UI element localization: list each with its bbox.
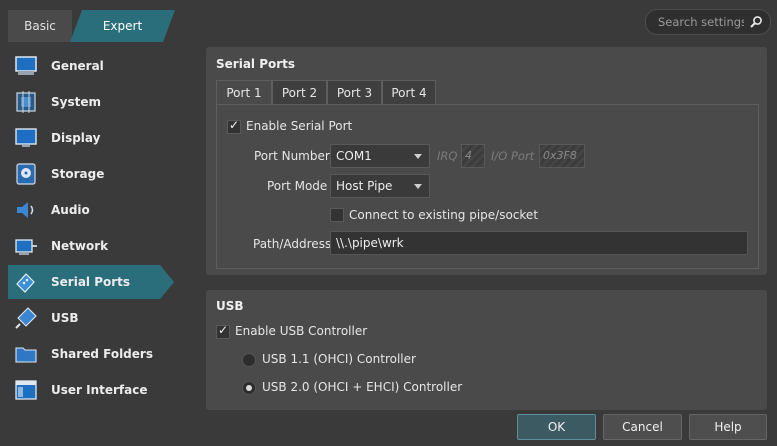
enable-usb-checkbox[interactable]: ✓: [216, 323, 230, 339]
user-interface-icon: [15, 380, 37, 400]
general-icon: [15, 56, 37, 75]
io-port-value: 0x3F8: [543, 149, 577, 162]
enable-serial-port-label: Enable Serial Port: [246, 119, 353, 133]
sidebar-item-system[interactable]: System: [8, 85, 174, 119]
checkmark-icon: ✓: [218, 323, 229, 337]
port-number-label: Port Number: [254, 149, 330, 163]
sidebar-item-user-interface[interactable]: User Interface: [8, 373, 174, 407]
sidebar-item-label: Storage: [51, 167, 105, 181]
enable-usb-label: Enable USB Controller: [235, 324, 368, 338]
irq-value: 4: [465, 149, 472, 162]
sidebar-item-storage[interactable]: Storage: [8, 157, 174, 191]
mode-switch: Basic Expert: [8, 10, 175, 42]
connect-existing-label: Connect to existing pipe/socket: [349, 208, 539, 222]
search-icon[interactable]: [748, 14, 764, 30]
network-icon: [15, 239, 37, 255]
help-button[interactable]: Help: [689, 414, 767, 440]
chevron-down-icon: [414, 154, 422, 159]
port-mode-label: Port Mode: [267, 179, 328, 193]
ok-button[interactable]: OK: [517, 414, 596, 440]
path-address-input[interactable]: \\.\pipe\wrk: [330, 231, 748, 255]
audio-icon: [17, 202, 34, 218]
sidebar-item-label: Network: [51, 239, 109, 253]
port-mode-combo[interactable]: Host Pipe: [330, 174, 430, 198]
usb-1-1-label: USB 1.1 (OHCI) Controller: [262, 352, 416, 366]
sidebar-item-label: Serial Ports: [51, 275, 131, 289]
sidebar-item-audio[interactable]: Audio: [8, 193, 174, 227]
tab-port-2[interactable]: Port 2: [272, 80, 327, 105]
chevron-down-icon: [414, 184, 422, 189]
sidebar-item-label: System: [51, 95, 101, 109]
sidebar-item-display[interactable]: Display: [8, 121, 174, 155]
cancel-button[interactable]: Cancel: [603, 414, 682, 440]
sidebar-item-network[interactable]: Network: [8, 229, 174, 263]
usb-2-0-label: USB 2.0 (OHCI + EHCI) Controller: [262, 380, 463, 394]
usb-title: USB: [216, 299, 244, 313]
display-icon: [15, 128, 37, 147]
sidebar-item-label: Display: [51, 131, 101, 145]
sidebar-item-serial-ports[interactable]: Serial Ports: [8, 265, 174, 299]
sidebar-item-label: User Interface: [51, 383, 148, 397]
port-number-combo[interactable]: COM1: [330, 144, 430, 168]
tab-port-1[interactable]: Port 1: [216, 80, 272, 106]
serial-ports-title: Serial Ports: [216, 57, 296, 71]
irq-label: IRQ: [437, 149, 458, 163]
sidebar-item-label: USB: [51, 311, 79, 325]
system-icon: [16, 91, 36, 113]
search-input[interactable]: [656, 13, 746, 31]
path-address-value: \\.\pipe\wrk: [336, 236, 404, 250]
enable-serial-port-checkbox[interactable]: ✓: [227, 118, 241, 134]
io-port-field: 0x3F8: [539, 144, 585, 168]
usb-2-0-radio[interactable]: [242, 381, 256, 395]
port-mode-value: Host Pipe: [336, 179, 393, 193]
sidebar-item-general[interactable]: General: [8, 49, 174, 83]
sidebar-item-label: General: [51, 59, 104, 73]
port-number-value: COM1: [336, 149, 372, 163]
serial-ports-icon: [14, 270, 38, 294]
checkmark-icon: ✓: [229, 118, 240, 132]
tab-port-4[interactable]: Port 4: [382, 80, 436, 105]
shared-folders-icon: [15, 347, 37, 363]
basic-mode-button[interactable]: Basic: [8, 10, 72, 42]
io-port-label: I/O Port: [491, 149, 535, 163]
search-settings-box: [645, 9, 771, 35]
usb-1-1-radio[interactable]: [242, 353, 256, 367]
usb-icon: [15, 307, 37, 329]
storage-icon: [16, 163, 36, 185]
tab-port-3[interactable]: Port 3: [327, 80, 382, 105]
path-address-label: Path/Address: [253, 237, 332, 251]
sidebar-item-usb[interactable]: USB: [8, 301, 174, 335]
sidebar-item-label: Shared Folders: [51, 347, 153, 361]
sidebar-item-shared-folders[interactable]: Shared Folders: [8, 337, 174, 371]
irq-field: 4: [461, 144, 485, 168]
expert-mode-button[interactable]: Expert: [70, 10, 175, 42]
sidebar-item-label: Audio: [51, 203, 90, 217]
connect-existing-checkbox[interactable]: [330, 208, 344, 222]
